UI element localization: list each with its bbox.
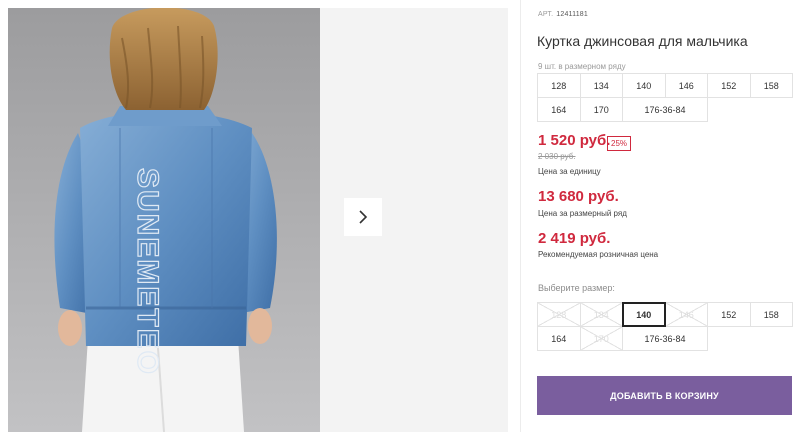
size-option[interactable]: 176-36-84 [622, 326, 708, 351]
next-image-button[interactable] [344, 198, 382, 236]
product-gallery: SUNEMETEO [0, 0, 508, 432]
article-label: АРТ. [538, 11, 554, 18]
pack-size-cell: 146 [664, 73, 708, 98]
size-option[interactable]: 164 [537, 326, 581, 351]
article-number: АРТ. 12411181 [538, 11, 588, 18]
chevron-right-icon [359, 210, 368, 224]
pack-size-grid: 128 134 140 146 152 158 164 170 176-36-8… [537, 73, 793, 122]
size-option-disabled: 146 [664, 302, 708, 327]
pack-size-cell: 128 [537, 73, 581, 98]
product-photo: SUNEMETEO [8, 8, 320, 432]
old-price: 2 030 руб. [538, 152, 576, 161]
product-title: Куртка джинсовая для мальчика [537, 33, 748, 49]
pack-size-cell: 170 [579, 97, 623, 122]
pack-size-cell: 152 [707, 73, 751, 98]
article-value: 12411181 [556, 11, 588, 18]
pack-price: 13 680 руб. [538, 188, 619, 205]
pack-size-cell: 176-36-84 [622, 97, 708, 122]
boy-denim-jacket-image: SUNEMETEO [8, 8, 320, 432]
size-option[interactable]: 158 [749, 302, 793, 327]
add-to-cart-button[interactable]: ДОБАВИТЬ В КОРЗИНУ [537, 376, 792, 415]
retail-price-caption: Рекомендуемая розничная цена [538, 250, 659, 259]
unit-price: 1 520 руб. [538, 132, 611, 149]
size-option-disabled: 170 [579, 326, 623, 351]
product-info-panel: АРТ. 12411181 Куртка джинсовая для мальчи… [520, 0, 800, 432]
unit-price-caption: Цена за единицу [538, 167, 601, 176]
size-option-disabled: 134 [579, 302, 623, 327]
size-option-selected[interactable]: 140 [622, 302, 666, 327]
size-option[interactable]: 152 [707, 302, 751, 327]
pack-size-cell: 140 [622, 73, 666, 98]
size-option-disabled: 128 [537, 302, 581, 327]
pack-price-caption: Цена за размерный ряд [538, 209, 627, 218]
pack-caption: 9 шт. в размерном ряду [538, 62, 626, 71]
pack-size-cell: 134 [579, 73, 623, 98]
discount-badge: 25% [607, 136, 632, 151]
size-selector: 128 134 140 146 152 158 164 170 176-36-8… [537, 302, 793, 351]
jacket-print-text: SUNEMETEO [131, 168, 164, 376]
choose-size-label: Выберите размер: [538, 283, 615, 293]
pack-size-cell: 164 [537, 97, 581, 122]
pack-size-cell: 158 [749, 73, 793, 98]
retail-price: 2 419 руб. [538, 230, 611, 247]
